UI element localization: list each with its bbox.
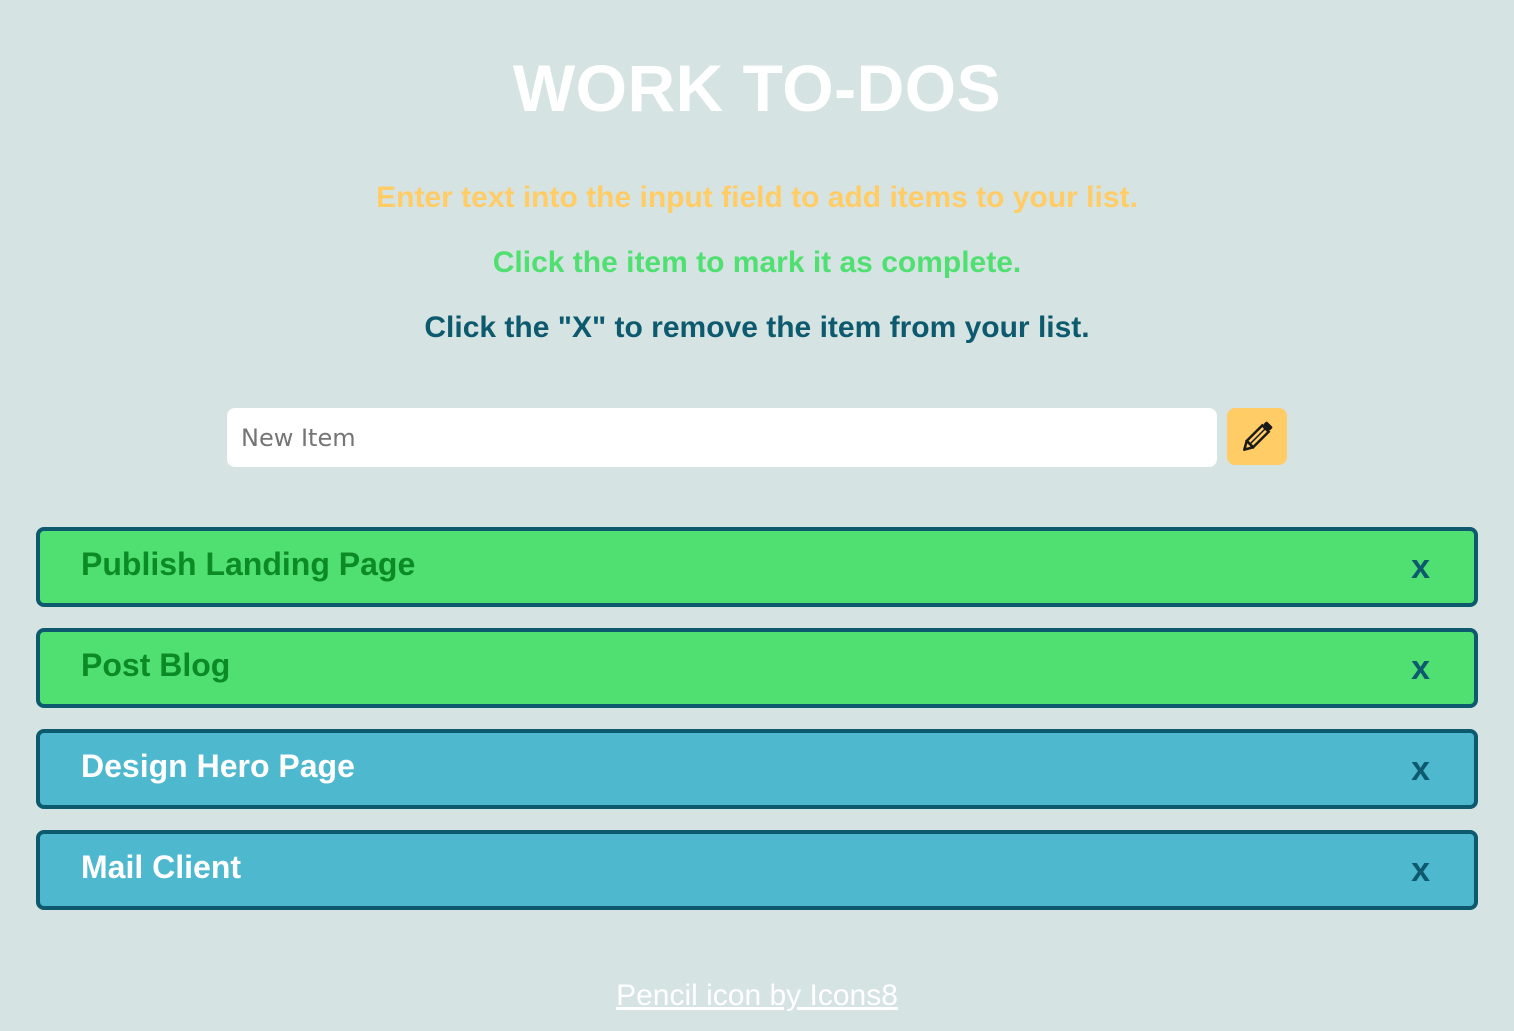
- add-item-button[interactable]: [1227, 408, 1287, 465]
- pencil-icon: [1237, 417, 1277, 457]
- new-item-input[interactable]: [227, 408, 1217, 467]
- instruction-complete: Click the item to mark it as complete.: [492, 246, 1022, 279]
- todo-item[interactable]: Publish Landing Page x: [36, 527, 1478, 607]
- footer-credit: Pencil icon by Icons8: [0, 978, 1514, 1014]
- remove-item-button[interactable]: x: [1411, 648, 1430, 688]
- todo-label: Post Blog: [81, 647, 231, 683]
- todo-item[interactable]: Post Blog x: [36, 628, 1478, 708]
- todo-label: Publish Landing Page: [81, 546, 416, 582]
- remove-item-button[interactable]: x: [1411, 850, 1430, 890]
- instruction-remove: Click the "X" to remove the item from yo…: [424, 311, 1090, 344]
- todo-item[interactable]: Design Hero Page x: [36, 729, 1478, 809]
- icon-credit-link[interactable]: Pencil icon by Icons8: [616, 979, 898, 1012]
- todo-label: Mail Client: [81, 849, 242, 885]
- todo-label: Design Hero Page: [81, 748, 355, 784]
- instruction-add: Enter text into the input field to add i…: [376, 181, 1138, 214]
- remove-item-button[interactable]: x: [1411, 547, 1430, 587]
- remove-item-button[interactable]: x: [1411, 749, 1430, 789]
- page-title: WORK TO-DOS: [512, 51, 1002, 125]
- todo-item[interactable]: Mail Client x: [36, 830, 1478, 910]
